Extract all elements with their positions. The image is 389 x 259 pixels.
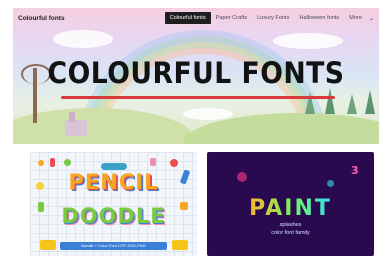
product-card-paint[interactable]: 3 PAINT splashes color font family xyxy=(207,152,374,256)
nav-more[interactable]: More xyxy=(344,12,367,24)
hero-banner: Colourful fonts Colourful fonts Paper Cr… xyxy=(13,8,379,144)
pine-tree-decoration xyxy=(325,88,335,114)
nav-paper-crafts[interactable]: Paper Crafts xyxy=(211,12,252,24)
school-bus-icon xyxy=(40,240,56,250)
chevron-down-icon[interactable]: ⌄ xyxy=(367,15,374,22)
castle-decoration xyxy=(65,120,87,136)
nav-colourful-fonts[interactable]: Colourful fonts xyxy=(164,12,211,24)
top-navigation: Colourful fonts Colourful fonts Paper Cr… xyxy=(13,8,379,28)
hero-title: COLOURFUL FONTS xyxy=(47,56,345,90)
card-subtitle-line-2: color font family xyxy=(271,230,310,236)
product-card-pencil-doodle[interactable]: PENCIL DOODLE Bundle + Color Font OTF-SV… xyxy=(30,152,197,256)
school-bus-icon xyxy=(172,240,188,250)
nav-halloween-fonts[interactable]: Halloween fonts xyxy=(294,12,344,24)
new-badge xyxy=(101,163,127,170)
cloud-decoration xyxy=(273,33,343,49)
card-title-line-1: PENCIL xyxy=(68,170,159,194)
apple-icon xyxy=(170,159,178,167)
splash-decoration xyxy=(327,180,334,187)
castle-tower xyxy=(69,112,75,122)
card-title: PAINT xyxy=(207,196,374,221)
doodle-icon xyxy=(150,158,156,166)
splash-decoration xyxy=(237,172,247,182)
nav-links: Colourful fonts Paper Crafts Luxury Font… xyxy=(164,12,374,24)
pine-tree-decoration xyxy=(365,90,375,114)
hero-underline xyxy=(61,96,335,99)
card-title-line-2: DOODLE xyxy=(61,204,166,228)
card-caption: Bundle + Color Font OTF-SVG-PNG xyxy=(60,242,167,250)
pine-tree-decoration xyxy=(347,94,357,114)
page: Colourful fonts Colourful fonts Paper Cr… xyxy=(0,0,389,259)
doodle-icon xyxy=(64,159,71,166)
site-brand[interactable]: Colourful fonts xyxy=(18,15,65,22)
card-subtitle-line-1: splashes xyxy=(279,222,302,228)
cloud-decoration xyxy=(53,30,113,48)
badge-number: 3 xyxy=(351,164,359,177)
doodle-icon xyxy=(38,160,44,166)
doodle-icon xyxy=(50,158,55,167)
nav-luxury-fonts[interactable]: Luxury Fonts xyxy=(252,12,294,24)
